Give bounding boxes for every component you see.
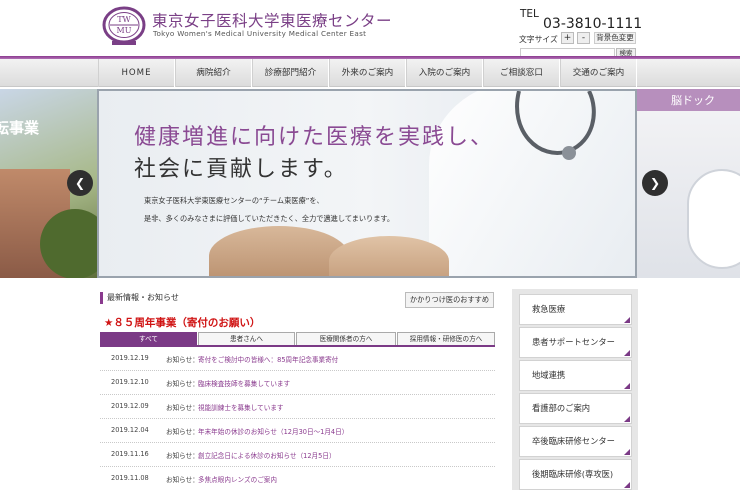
- font-size-increase-button[interactable]: +: [561, 32, 574, 44]
- site-subtitle: Tokyo Women's Medical University Medical…: [153, 29, 367, 38]
- hero-body-line1: 東京女子医科大学東医療センターの“チーム東医療”を、: [144, 196, 324, 205]
- tel-number: 03-3810-1111: [543, 16, 643, 32]
- nav-item-access[interactable]: 交通のご案内: [560, 59, 637, 87]
- news-category: お知らせ：: [166, 428, 199, 436]
- previous-slide-caption: 転事業: [0, 119, 40, 137]
- hero-heading-line1: 健康増進に向けた医療を実践し、: [134, 125, 495, 150]
- tab-all[interactable]: すべて: [100, 332, 197, 345]
- nav-item-consultation[interactable]: ご相談窓口: [483, 59, 560, 87]
- news-list: 2019.12.19 お知らせ： 寄付をご検討中の皆様へ：85周年記念事業寄付 …: [100, 345, 495, 490]
- university-emblem-icon[interactable]: TW MU: [102, 6, 146, 46]
- anniversary-donation-link[interactable]: ★８５周年事業（寄付のお願い）: [104, 315, 260, 330]
- side-menu-patient-support[interactable]: 患者サポートセンター: [519, 327, 632, 358]
- side-menu-label: 卒後臨床研修センター: [532, 436, 615, 446]
- global-nav: HOME 病院紹介 診療部門紹介 外来のご案内 入院のご案内 ご相談窓口 交通の…: [0, 59, 740, 87]
- svg-text:TW: TW: [117, 15, 131, 24]
- news-date: 2019.11.16: [111, 450, 149, 458]
- site-title[interactable]: 東京女子医科大学東医療センター: [152, 9, 392, 31]
- hero-body-text: 東京女子医科大学東医療センターの“チーム東医療”を、 是非、多くのみなさまに評価…: [144, 192, 394, 228]
- news-date: 2019.11.08: [111, 474, 149, 482]
- side-menu-label: 看護部のご案内: [532, 403, 591, 413]
- corner-arrow-icon: [624, 317, 630, 323]
- news-link[interactable]: 寄付をご検討中の皆様へ：85周年記念事業寄付: [198, 354, 338, 364]
- hero-carousel: 転事業 健康増進に向けた医療を実践し、 社会に貢献します。 東京女子医科大学東医…: [0, 89, 740, 278]
- nav-item-departments[interactable]: 診療部門紹介: [252, 59, 329, 87]
- carousel-next-button[interactable]: ❯: [642, 170, 668, 196]
- page: TW MU 東京女子医科大学東医療センター Tokyo Women's Medi…: [0, 0, 740, 490]
- news-category: お知らせ：: [166, 356, 199, 364]
- news-category: お知らせ：: [166, 404, 199, 412]
- tab-medical-professionals[interactable]: 医療関係者の方へ: [296, 332, 396, 345]
- side-menu-emergency[interactable]: 救急医療: [519, 294, 632, 325]
- news-date: 2019.12.04: [111, 426, 149, 434]
- side-menu-senior-residency[interactable]: 後期臨床研修(専攻医): [519, 459, 632, 490]
- news-category: お知らせ：: [166, 452, 199, 460]
- news-item[interactable]: 2019.12.09 お知らせ： 視能訓練士を募集しています: [100, 395, 495, 419]
- side-menu-nursing[interactable]: 看護部のご案内: [519, 393, 632, 424]
- news-item[interactable]: 2019.11.08 お知らせ： 多焦点眼内レンズのご案内: [100, 467, 495, 490]
- hand-image: [329, 236, 449, 276]
- font-size-decrease-button[interactable]: -: [577, 32, 590, 44]
- side-menu-label: 後期臨床研修(専攻医): [532, 469, 614, 479]
- news-date: 2019.12.09: [111, 402, 149, 410]
- side-menu-label: 患者サポートセンター: [532, 337, 615, 347]
- news-date: 2019.12.19: [111, 354, 149, 362]
- side-menu-label: 救急医療: [532, 304, 566, 314]
- carousel-slide-current[interactable]: 健康増進に向けた医療を実践し、 社会に貢献します。 東京女子医科大学東医療センタ…: [97, 89, 637, 278]
- news-link[interactable]: 多焦点眼内レンズのご案内: [198, 474, 277, 484]
- corner-arrow-icon: [624, 482, 630, 488]
- corner-arrow-icon: [624, 449, 630, 455]
- news-item[interactable]: 2019.12.10 お知らせ： 臨床検査技師を募集しています: [100, 371, 495, 395]
- nav-item-home[interactable]: HOME: [98, 59, 175, 87]
- news-category: お知らせ：: [166, 476, 199, 484]
- corner-arrow-icon: [624, 350, 630, 356]
- hero-heading-line2: 社会に貢献します。: [134, 157, 348, 182]
- tab-recruitment[interactable]: 採用情報・研修医の方へ: [397, 332, 495, 345]
- news-link[interactable]: 年末年始の休診のお知らせ（12月30日〜1月4日）: [198, 426, 348, 436]
- corner-arrow-icon: [624, 383, 630, 389]
- corner-arrow-icon: [624, 416, 630, 422]
- background-color-button[interactable]: 背景色変更: [594, 32, 636, 44]
- news-date: 2019.12.10: [111, 378, 149, 386]
- tree-image: [40, 209, 97, 278]
- svg-text:MU: MU: [117, 26, 132, 35]
- nav-item-about[interactable]: 病院紹介: [175, 59, 252, 87]
- tel-label: TEL: [520, 8, 539, 20]
- stethoscope-icon: [515, 91, 596, 160]
- nav-item-outpatient[interactable]: 外来のご案内: [329, 59, 406, 87]
- news-item[interactable]: 2019.12.19 お知らせ： 寄付をご検討中の皆様へ：85周年記念事業寄付: [100, 347, 495, 371]
- side-menu-community[interactable]: 地域連携: [519, 360, 632, 391]
- news-link[interactable]: 視能訓練士を募集しています: [198, 402, 284, 412]
- family-doctor-button[interactable]: かかりつけ医のおすすめ: [405, 292, 494, 308]
- carousel-prev-button[interactable]: ❮: [67, 170, 93, 196]
- chevron-right-icon: ❯: [649, 176, 661, 190]
- next-slide-caption: 脳ドック: [671, 94, 715, 107]
- site-header: TW MU 東京女子医科大学東医療センター Tokyo Women's Medi…: [0, 0, 740, 59]
- side-menu-residency-center[interactable]: 卒後臨床研修センター: [519, 426, 632, 457]
- hand-image: [209, 226, 349, 276]
- font-size-label: 文字サイズ: [519, 35, 558, 44]
- news-section-title: 最新情報・お知らせ: [100, 292, 179, 304]
- mri-machine-image: [687, 169, 740, 269]
- tab-patients[interactable]: 患者さんへ: [198, 332, 295, 345]
- news-link[interactable]: 創立記念日による休診のお知らせ（12月5日）: [198, 450, 336, 460]
- news-item[interactable]: 2019.12.04 お知らせ： 年末年始の休診のお知らせ（12月30日〜1月4…: [100, 419, 495, 443]
- news-link[interactable]: 臨床検査技師を募集しています: [198, 378, 290, 388]
- news-item[interactable]: 2019.11.16 お知らせ： 創立記念日による休診のお知らせ（12月5日）: [100, 443, 495, 467]
- hero-body-line2: 是非、多くのみなさまに評価していただきたく、全力で邁進してまいります。: [144, 214, 395, 223]
- chevron-left-icon: ❮: [74, 176, 86, 190]
- side-menu-label: 地域連携: [532, 370, 566, 380]
- nav-item-inpatient[interactable]: 入院のご案内: [406, 59, 483, 87]
- news-category: お知らせ：: [166, 380, 199, 388]
